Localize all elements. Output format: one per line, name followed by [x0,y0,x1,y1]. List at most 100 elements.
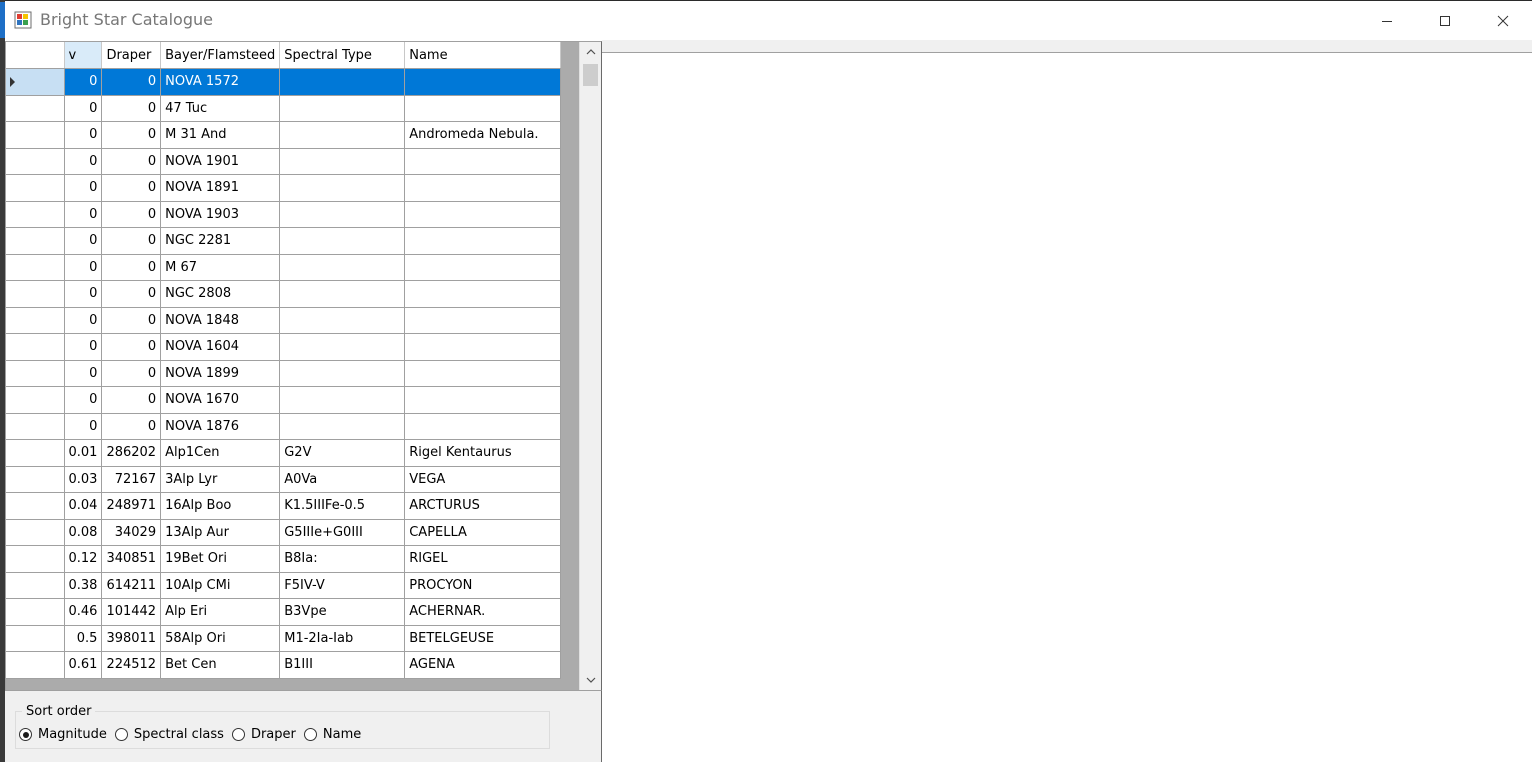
table-cell[interactable]: 0 [64,360,103,387]
table-cell[interactable]: 0 [101,333,162,361]
table-cell[interactable]: 0 [101,121,162,149]
table-cell[interactable]: Rigel Kentaurus [404,439,562,467]
table-row[interactable]: 0.04 248971 16Alp Boo K1.5IIIFe-0.5 ARCTURUS [6,492,562,520]
table-cell[interactable]: M 67 [160,254,281,281]
table-row[interactable]: 0 0 NGC 2281 [6,227,562,255]
table-cell[interactable]: 286202 [101,439,162,467]
table-cell[interactable] [404,280,562,308]
table-cell[interactable]: 0 [101,386,162,414]
table-cell[interactable]: Alp1Cen [160,439,281,467]
table-cell[interactable] [279,280,406,308]
table-cell[interactable] [404,148,562,175]
column-header-bayer-flamsteed[interactable]: Bayer/Flamsteed [160,42,281,69]
column-header-v[interactable]: v [64,42,103,69]
table-cell[interactable]: 58Alp Ori [160,625,281,652]
table-cell[interactable]: 0 [101,95,162,122]
table-cell[interactable] [404,68,562,96]
table-cell[interactable]: 0 [64,148,103,175]
table-row[interactable]: 0 0 NOVA 1604 [6,333,562,361]
table-row[interactable]: 0 0 NOVA 1891 [6,174,562,202]
sort-radio-name[interactable]: Name [303,727,361,742]
table-cell[interactable]: 0 [101,413,162,440]
table-cell[interactable] [404,201,562,228]
table-cell[interactable]: G2V [279,439,406,467]
table-row[interactable]: 0 0 NOVA 1903 [6,201,562,228]
table-cell[interactable]: 0.03 [64,466,103,493]
table-cell[interactable]: NOVA 1899 [160,360,281,387]
table-row[interactable]: 0 0 NOVA 1901 [6,148,562,175]
table-cell[interactable] [279,68,406,96]
table-cell[interactable]: 19Bet Ori [160,545,281,573]
table-cell[interactable]: 224512 [101,651,162,679]
table-cell[interactable] [279,174,406,202]
table-cell[interactable]: 0 [64,201,103,228]
row-header[interactable] [6,307,65,334]
table-row[interactable]: 0.12 340851 19Bet Ori B8Ia: RIGEL [6,545,562,573]
table-cell[interactable]: 614211 [101,572,162,599]
table-row[interactable]: 0 0 47 Tuc [6,95,562,122]
table-row[interactable]: 0 0 NOVA 1876 [6,413,562,440]
close-button[interactable] [1474,1,1532,41]
row-header[interactable] [6,572,65,599]
table-cell[interactable]: M1-2Ia-Iab [279,625,406,652]
row-header[interactable] [6,466,65,493]
table-cell[interactable]: 0 [64,121,103,149]
table-cell[interactable]: 0 [64,386,103,414]
table-cell[interactable]: 0 [64,174,103,202]
table-row[interactable]: 0 0 NGC 2808 [6,280,562,308]
table-row[interactable]: 0 0 NOVA 1899 [6,360,562,387]
table-cell[interactable]: Andromeda Nebula. [404,121,562,149]
corner-header[interactable] [6,42,65,69]
table-cell[interactable] [404,174,562,202]
title-bar[interactable]: Bright Star Catalogue [0,0,1532,40]
row-header[interactable] [6,280,65,308]
row-header[interactable] [6,519,65,546]
table-cell[interactable] [404,386,562,414]
table-cell[interactable]: CAPELLA [404,519,562,546]
table-cell[interactable]: 0 [101,254,162,281]
table-cell[interactable]: NOVA 1848 [160,307,281,334]
table-row[interactable]: 0.61 224512 Bet Cen B1III AGENA [6,651,562,679]
table-cell[interactable]: NOVA 1901 [160,148,281,175]
table-cell[interactable]: 72167 [101,466,162,493]
table-cell[interactable] [279,413,406,440]
table-cell[interactable]: Alp Eri [160,598,281,626]
table-cell[interactable]: 340851 [101,545,162,573]
table-cell[interactable]: VEGA [404,466,562,493]
table-cell[interactable]: B3Vpe [279,598,406,626]
table-cell[interactable]: 0.04 [64,492,103,520]
table-cell[interactable]: 13Alp Aur [160,519,281,546]
maximize-button[interactable] [1416,1,1474,41]
table-row[interactable]: 0.01 286202 Alp1Cen G2V Rigel Kentaurus [6,439,562,467]
table-cell[interactable]: 16Alp Boo [160,492,281,520]
table-cell[interactable]: NOVA 1572 [160,68,281,96]
table-cell[interactable] [279,95,406,122]
table-cell[interactable]: K1.5IIIFe-0.5 [279,492,406,520]
table-cell[interactable]: 0 [101,148,162,175]
table-cell[interactable]: 0.01 [64,439,103,467]
table-cell[interactable]: NOVA 1604 [160,333,281,361]
table-row[interactable]: 0 0 NOVA 1670 [6,386,562,414]
row-header[interactable] [6,68,65,96]
sort-radio-draper[interactable]: Draper [231,727,296,742]
table-cell[interactable]: PROCYON [404,572,562,599]
table-cell[interactable]: RIGEL [404,545,562,573]
table-row[interactable]: 00M 67 [6,254,562,281]
table-cell[interactable]: M 31 And [160,121,281,149]
row-header[interactable] [6,148,65,175]
table-cell[interactable] [279,254,406,281]
table-cell[interactable]: ACHERNAR. [404,598,562,626]
table-cell[interactable]: 0 [101,68,162,96]
scroll-down-button[interactable] [580,670,601,690]
vertical-scrollbar[interactable] [579,42,601,690]
row-header[interactable] [6,598,65,626]
table-row[interactable]: 0.03 72167 3Alp Lyr A0Va VEGA [6,466,562,493]
table-row[interactable]: 0.08 34029 13Alp Aur G5IIIe+G0III CAPELLA [6,519,562,546]
table-cell[interactable]: 0 [64,307,103,334]
table-cell[interactable] [279,307,406,334]
row-header[interactable] [6,386,65,414]
table-cell[interactable]: 0.46 [64,598,103,626]
row-header[interactable] [6,254,65,281]
table-cell[interactable]: G5IIIe+G0III [279,519,406,546]
table-row[interactable]: 0.38 614211 10Alp CMi F5IV-V PROCYON [6,572,562,599]
